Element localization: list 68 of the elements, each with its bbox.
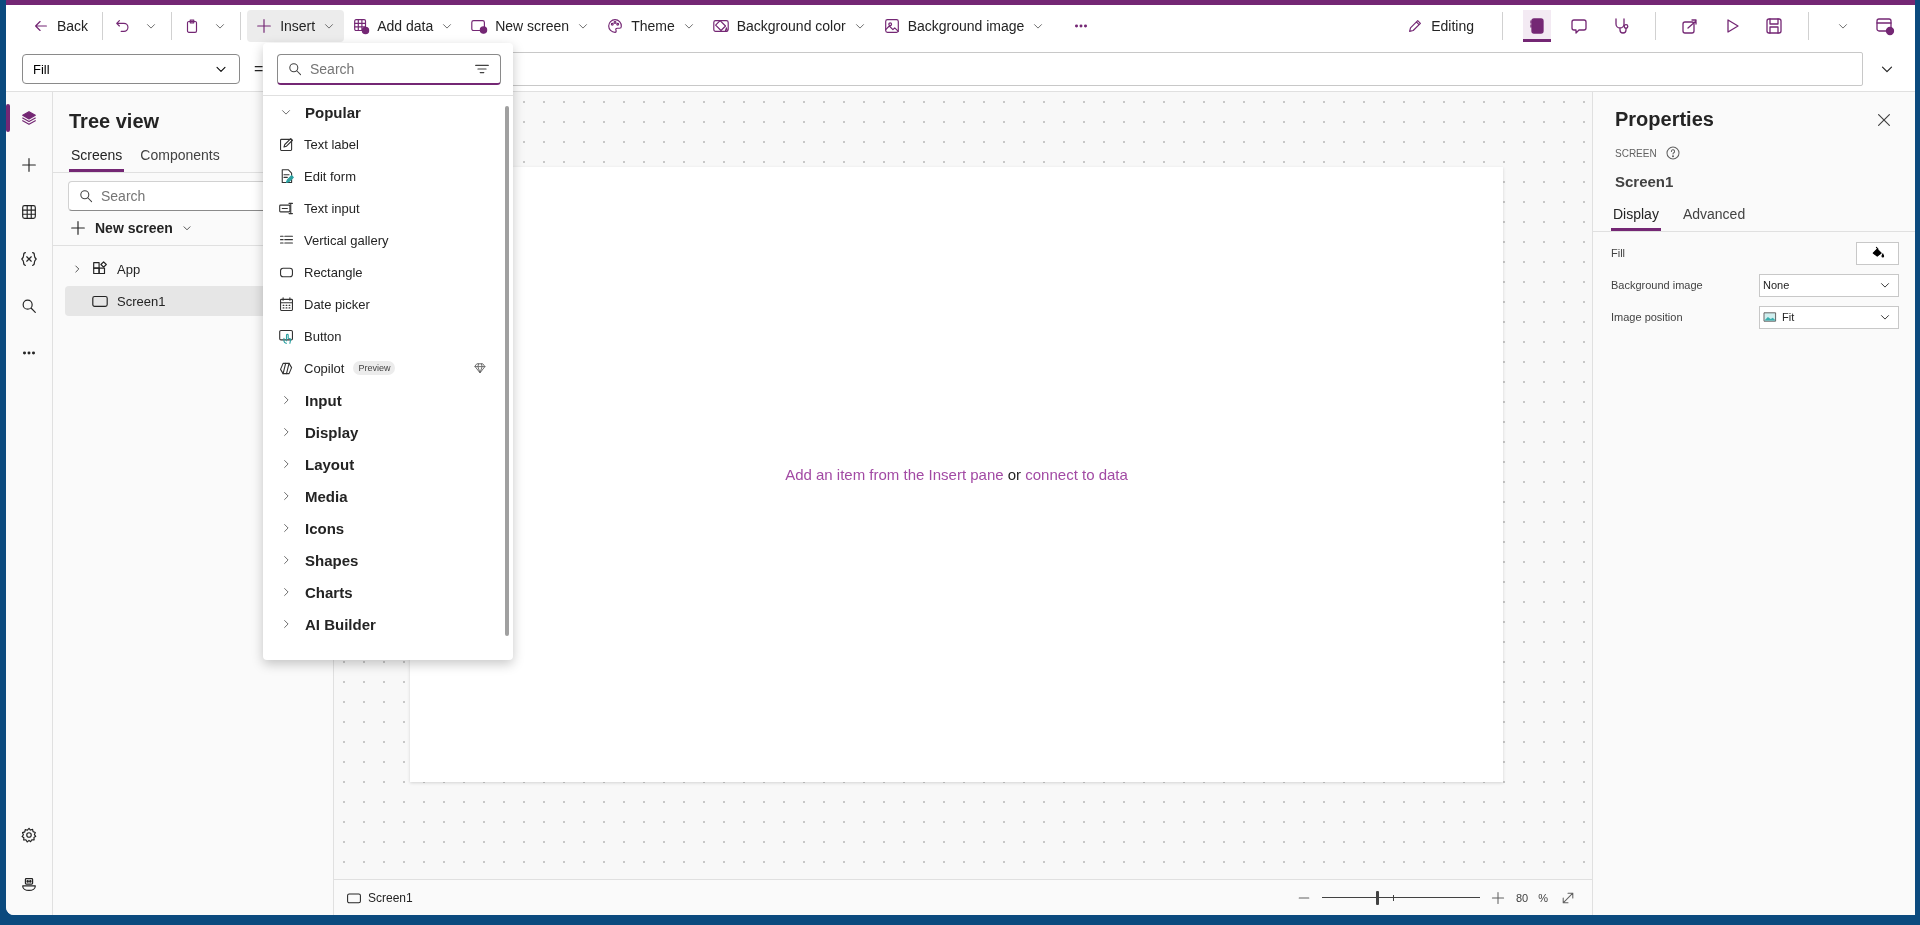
tab[interactable]: Display — [1611, 198, 1661, 231]
new-screen-button[interactable]: New screen — [462, 10, 599, 42]
palette-icon — [606, 17, 625, 35]
grid-icon[interactable] — [20, 203, 38, 221]
text-label-icon — [278, 135, 295, 153]
robot-icon[interactable] — [20, 876, 38, 894]
search-icon — [78, 188, 94, 204]
image-icon — [882, 17, 901, 35]
percent-sign: % — [1538, 891, 1548, 904]
tab[interactable]: Advanced — [1680, 198, 1748, 231]
property-dropdown[interactable]: Fill — [22, 54, 240, 84]
notes-icon[interactable] — [1523, 10, 1551, 42]
screen-name: Screen1 — [368, 890, 413, 905]
control-type: SCREEN — [1615, 147, 1657, 159]
scrollbar-thumb[interactable] — [505, 106, 509, 636]
panel-title: Properties — [1615, 108, 1714, 131]
search-field[interactable]: Search — [277, 54, 501, 85]
slider-thumb[interactable] — [1376, 890, 1380, 905]
insert-item[interactable]: Button — [263, 320, 513, 352]
category-item[interactable]: AI Builder — [263, 608, 513, 640]
equals-sign: = — [254, 60, 264, 78]
insert-pane-link[interactable]: Add an item from the Insert pane — [785, 466, 1004, 483]
screen-plus-icon — [470, 17, 489, 35]
button-icon — [278, 327, 295, 345]
settings-icon[interactable] — [20, 826, 38, 844]
braces-icon[interactable] — [20, 250, 38, 268]
canvas-hint: Add an item from the Insert pane or connect to data — [785, 466, 1128, 483]
theme-button[interactable]: Theme — [598, 10, 704, 42]
preview-badge: Preview — [353, 361, 396, 375]
insert-item[interactable]: Vertical gallery — [263, 224, 513, 256]
category-item[interactable]: Layout — [263, 448, 513, 480]
background-color-button[interactable]: Background color — [703, 10, 875, 42]
plus-icon[interactable] — [20, 156, 38, 174]
category-item[interactable]: Shapes — [263, 544, 513, 576]
property-label: Fill — [1611, 247, 1626, 259]
property-label: Image position — [1611, 311, 1683, 323]
tab[interactable]: Screens — [69, 139, 125, 172]
category-item[interactable]: Input — [263, 384, 513, 416]
add-data-button[interactable]: Add data — [344, 10, 463, 42]
tab[interactable]: Components — [138, 139, 222, 172]
category-item[interactable]: Display — [263, 416, 513, 448]
layers-icon[interactable] — [20, 109, 38, 127]
insert-item[interactable]: Text label — [263, 128, 513, 160]
help-icon[interactable] — [1664, 145, 1681, 161]
property-label: Background image — [1611, 279, 1703, 291]
insert-item[interactable]: Rectangle — [263, 256, 513, 288]
image-thumbnail-icon — [1763, 310, 1777, 324]
category-item[interactable]: Charts — [263, 576, 513, 608]
table-plus-icon — [352, 17, 371, 35]
zoom-value: 80 — [1515, 891, 1529, 904]
plus-icon — [69, 219, 87, 237]
zoom-slider[interactable] — [1321, 890, 1480, 905]
back-button[interactable]: Back — [24, 10, 97, 42]
insert-button[interactable]: Insert — [247, 10, 345, 42]
category-item[interactable]: Media — [263, 480, 513, 512]
connect-data-link[interactable]: connect to data — [1025, 466, 1128, 483]
dropdown[interactable]: None — [1759, 273, 1899, 297]
plus-icon — [255, 17, 274, 35]
category-item[interactable]: Icons — [263, 512, 513, 544]
dropdown[interactable]: Fit — [1759, 305, 1899, 329]
color-picker-button[interactable] — [1856, 241, 1899, 265]
category-item[interactable]: Popular — [263, 96, 513, 128]
search-icon — [287, 61, 303, 77]
editing-button[interactable]: Editing — [1398, 10, 1482, 42]
control-name: Screen1 — [1615, 173, 1675, 190]
background-image-button[interactable]: Background image — [874, 10, 1054, 42]
search-icon[interactable] — [20, 297, 38, 315]
calendar-icon — [278, 295, 295, 313]
